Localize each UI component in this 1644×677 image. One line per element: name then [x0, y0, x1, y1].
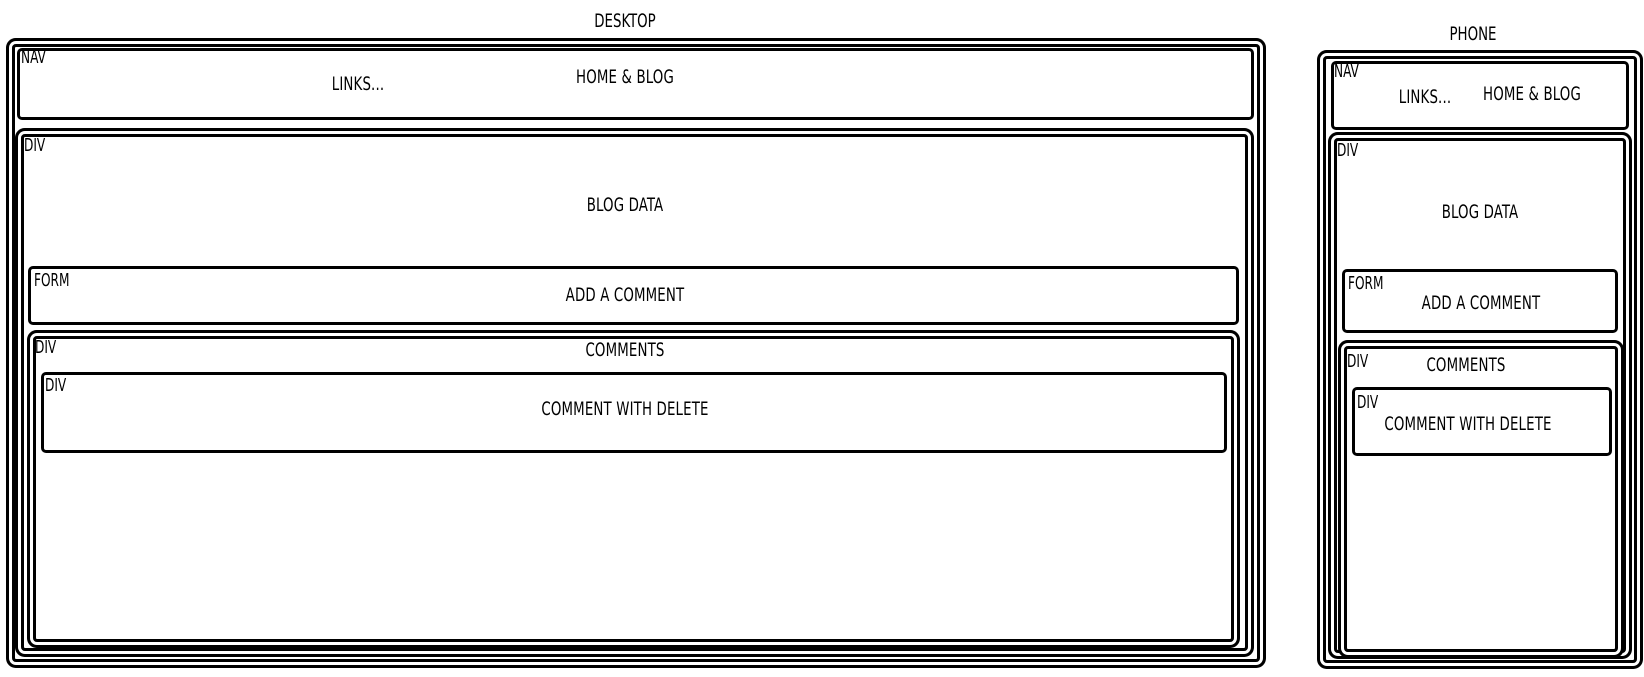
phone-main-tag: DIV	[1337, 140, 1359, 161]
desktop-form-tag: FORM	[34, 270, 70, 291]
phone-comments-tag: DIV	[1347, 351, 1369, 372]
phone-blog-data: BLOG DATA	[1441, 201, 1519, 223]
phone-nav-links: LINKS...	[1398, 86, 1452, 108]
desktop-blog-data: BLOG DATA	[586, 194, 664, 216]
desktop-comment-label: COMMENT WITH DELETE	[541, 398, 709, 420]
desktop-title: DESKTOP	[594, 10, 656, 32]
phone-nav-home: HOME & BLOG	[1483, 83, 1581, 105]
phone-comments-label: COMMENTS	[1426, 354, 1506, 376]
desktop-nav-home: HOME & BLOG	[576, 66, 674, 88]
desktop-nav-tag: NAV	[21, 47, 46, 68]
phone-form-tag: FORM	[1348, 273, 1384, 294]
desktop-comments-label: COMMENTS	[585, 339, 665, 361]
desktop-form-label: ADD A COMMENT	[565, 284, 685, 306]
desktop-comments-tag: DIV	[35, 337, 57, 358]
phone-nav-tag: NAV	[1334, 61, 1359, 82]
phone-title: PHONE	[1449, 23, 1497, 45]
phone-form-label: ADD A COMMENT	[1421, 292, 1541, 314]
desktop-main-tag: DIV	[24, 135, 46, 156]
desktop-nav-links: LINKS...	[331, 73, 385, 95]
desktop-comment-tag: DIV	[45, 375, 67, 396]
phone-comment-tag: DIV	[1357, 392, 1379, 413]
phone-nav-box	[1331, 61, 1629, 130]
phone-comment-label: COMMENT WITH DELETE	[1384, 413, 1552, 435]
